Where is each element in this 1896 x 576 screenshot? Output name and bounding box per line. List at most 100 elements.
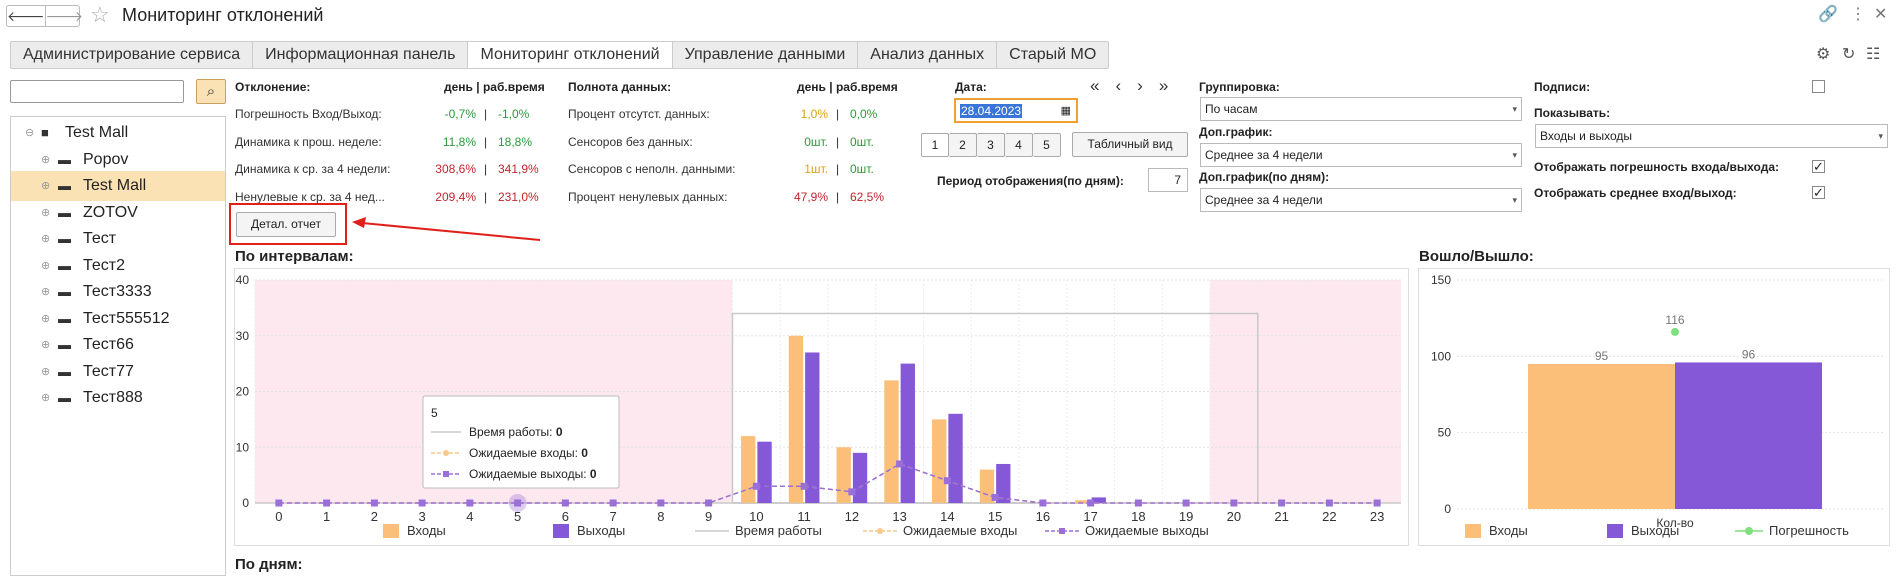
page-button[interactable]: 3 [977, 133, 1005, 157]
expand-icon[interactable]: ⊕ [41, 145, 50, 175]
tree-item[interactable]: ⊕ ▬ ZOTOV [11, 198, 225, 228]
tree-item[interactable]: ⊖ ■ Test Mall [11, 118, 225, 148]
tab-0[interactable]: Администрирование сервиса [11, 42, 254, 68]
page-button[interactable]: 4 [1005, 133, 1033, 157]
page-button[interactable]: 2 [949, 133, 977, 157]
expand-icon[interactable]: ⊕ [41, 330, 50, 360]
expand-icon[interactable]: ⊕ [41, 304, 50, 334]
refresh-icon[interactable]: ↻ [1842, 44, 1855, 64]
legend-label: Выходы [1631, 523, 1679, 538]
tree-item[interactable]: ⊕ ▬ Тест888 [11, 383, 225, 413]
date-field[interactable]: 28.04.2023 ▦ [954, 98, 1078, 123]
show-label: Показывать: [1534, 106, 1611, 120]
x-tick-label: 20 [1227, 509, 1241, 524]
completeness-work-value: 0шт. [850, 162, 874, 176]
point-expected-exits [561, 499, 569, 507]
legend-marker [1745, 527, 1753, 535]
back-arrow-icon[interactable]: 🡐 [7, 6, 45, 26]
tab-5[interactable]: Старый МО [997, 42, 1108, 68]
first-page-icon[interactable]: « [1090, 76, 1099, 96]
prev-page-icon[interactable]: ‹ [1115, 76, 1121, 96]
store-icon: ▬ [58, 257, 71, 273]
show-avg-checkbox[interactable]: ✓ [1812, 186, 1825, 199]
legend-label: Входы [407, 523, 446, 538]
expand-icon[interactable]: ⊕ [41, 198, 50, 228]
calendar-icon[interactable]: ▦ [1061, 100, 1071, 122]
tab-4[interactable]: Анализ данных [858, 42, 998, 68]
bar-exits [900, 363, 915, 503]
point-expected-exits [275, 499, 283, 507]
extra-chart-select[interactable]: Среднее за 4 недели ▾ [1200, 143, 1522, 167]
tree-item[interactable]: ⊕ ▬ Тест [11, 224, 225, 254]
captions-checkbox[interactable] [1812, 80, 1825, 93]
date-nav: « ‹ › » [1090, 76, 1168, 96]
inout-section-title: Вошло/Вышло: [1419, 248, 1534, 265]
point-expected-exits [418, 499, 426, 507]
tab-2[interactable]: Мониторинг отклонений [468, 42, 673, 68]
store-icon: ▬ [58, 390, 71, 405]
legend-label: Погрешность [1769, 523, 1849, 538]
store-icon: ▬ [58, 284, 71, 299]
separator: | [836, 162, 840, 176]
grouping-label: Группировка: [1199, 80, 1280, 94]
separator: | [836, 134, 840, 149]
more-vertical-icon[interactable]: ⋮ [1850, 4, 1866, 24]
x-tick-label: 6 [562, 509, 569, 524]
legend-label: Выходы [577, 523, 625, 538]
expand-icon[interactable]: ⊕ [41, 251, 50, 281]
tree-item[interactable]: ⊕ ▬ Тест77 [11, 357, 225, 387]
deviation-work-value: 341,9% [498, 162, 539, 176]
expand-icon[interactable]: ⊕ [41, 383, 50, 413]
page-button[interactable]: 1 [921, 133, 949, 157]
tree-item[interactable]: ⊕ ▬ Тест66 [11, 330, 225, 360]
table-view-button[interactable]: Табличный вид [1072, 132, 1188, 157]
close-icon[interactable]: ✕ [1874, 4, 1887, 24]
completeness-row-label: Процент отсутст. данных: [568, 107, 710, 121]
structure-icon[interactable]: ☷ [1866, 44, 1880, 64]
tooltip-value: 0 [590, 467, 597, 481]
tree-item-label: Тест66 [83, 336, 134, 353]
extra-chart-days-select[interactable]: Среднее за 4 недели ▾ [1200, 188, 1522, 212]
period-label: Период отображения(по дням): [937, 174, 1124, 188]
next-page-icon[interactable]: › [1137, 76, 1143, 96]
link-icon[interactable]: 🔗 [1818, 4, 1838, 24]
expand-icon[interactable]: ⊕ [41, 171, 50, 201]
tree-item[interactable]: ⊕ ▬ Тест555512 [11, 304, 225, 334]
favorite-star-icon[interactable]: ☆ [90, 2, 110, 28]
tab-3[interactable]: Управление данными [673, 42, 859, 68]
tab-bar: Администрирование сервиса Информационная … [10, 41, 1110, 69]
x-tick-label: 18 [1131, 509, 1145, 524]
tab-1[interactable]: Информационная панель [253, 42, 469, 68]
expand-icon[interactable]: ⊕ [41, 277, 50, 307]
expand-icon[interactable]: ⊕ [41, 357, 50, 387]
tree-item[interactable]: ⊕ ▬ Popov [11, 145, 225, 175]
gear-icon[interactable]: ⚙ [1816, 44, 1830, 64]
grouping-select[interactable]: По часам ▾ [1200, 97, 1522, 121]
completeness-row-label: Сенсоров без данных: [568, 134, 693, 149]
legend-label: Ожидаемые входы [903, 523, 1017, 538]
tree-item[interactable]: ⊕ ▬ Тест2 [11, 251, 225, 281]
last-page-icon[interactable]: » [1159, 76, 1168, 96]
x-tick-label: 0 [275, 509, 282, 524]
collapse-icon[interactable]: ⊖ [25, 118, 34, 148]
chevron-down-icon: ▾ [1512, 150, 1517, 160]
search-input[interactable] [10, 80, 184, 103]
point-expected-exits [896, 460, 904, 468]
page-button[interactable]: 5 [1033, 133, 1061, 157]
tree-item[interactable]: ⊕ ▬ Тест3333 [11, 277, 225, 307]
forward-arrow-icon[interactable]: 🡒 [44, 6, 83, 26]
y-tick-label: 30 [236, 329, 250, 343]
show-error-checkbox[interactable]: ✓ [1812, 160, 1825, 173]
tree-item-label: Test Mall [65, 124, 129, 141]
page-title: Мониторинг отклонений [122, 5, 324, 25]
bar-entries [884, 380, 899, 503]
tree-item[interactable]: ⊕ ▬ Test Mall [11, 171, 225, 201]
show-select[interactable]: Входы и выходы ▾ [1535, 124, 1888, 148]
period-input[interactable]: 7 [1148, 168, 1188, 192]
x-tick-label: 14 [940, 509, 954, 524]
expand-icon[interactable]: ⊕ [41, 224, 50, 254]
search-button[interactable]: ⌕ [196, 79, 226, 104]
completeness-header: Полнота данных: [568, 80, 672, 94]
x-tick-label: 3 [419, 509, 426, 524]
x-tick-label: 9 [705, 509, 712, 524]
